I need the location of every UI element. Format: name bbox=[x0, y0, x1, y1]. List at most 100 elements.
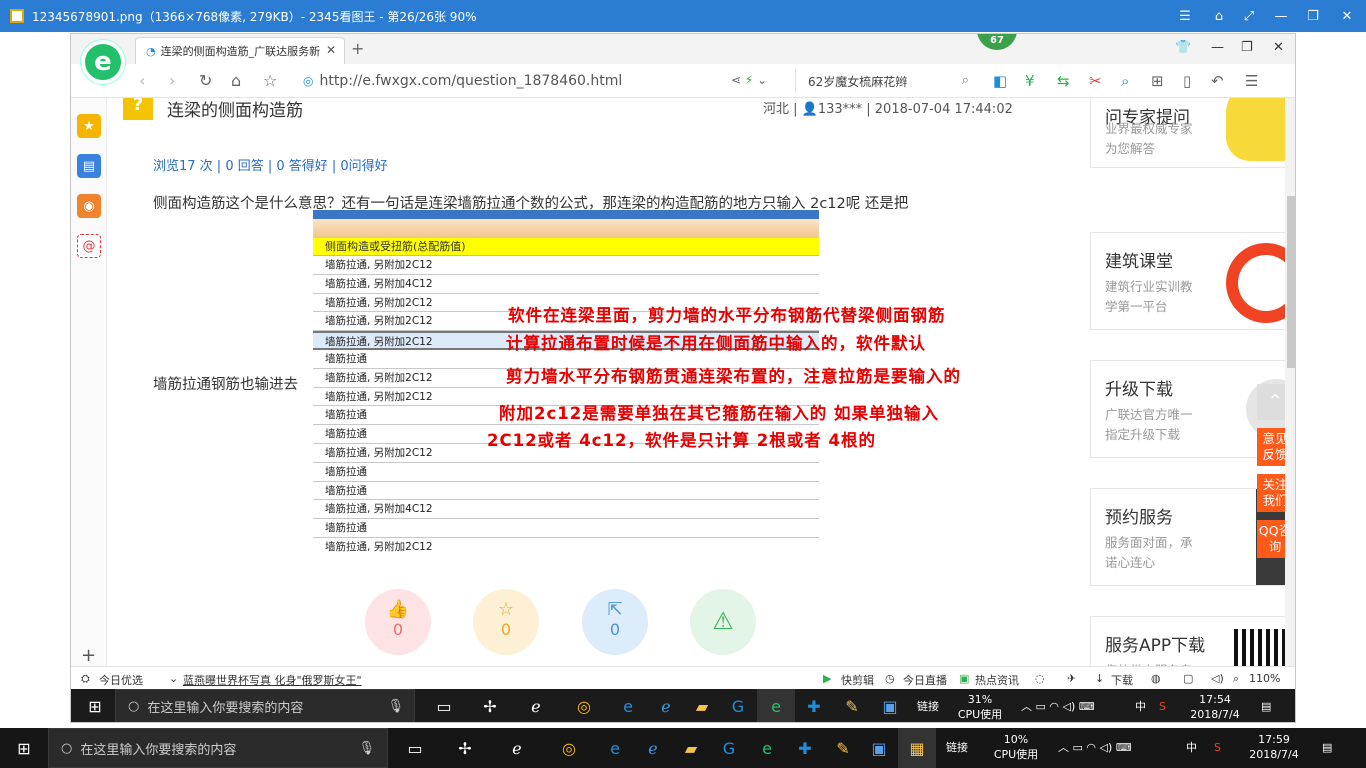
inner-links-label[interactable]: 链接 bbox=[917, 699, 939, 714]
clock[interactable]: 17:59 2018/7/4 bbox=[1244, 732, 1304, 762]
app-explorer-icon[interactable]: ▰ bbox=[672, 728, 710, 768]
news-ticker[interactable]: 蓝燕曝世界杯写真 化身"俄罗斯女王" bbox=[183, 672, 362, 688]
task-view-icon[interactable]: ▭ bbox=[396, 728, 434, 768]
scrollbar-thumb[interactable] bbox=[1287, 196, 1295, 368]
follow-us-button[interactable]: 关注我们 bbox=[1257, 474, 1285, 512]
browser-restore-button[interactable]: ❐ bbox=[1241, 40, 1253, 55]
app-notes-icon[interactable]: ✎ bbox=[824, 728, 862, 768]
sidebar-mail-icon[interactable]: @ bbox=[77, 234, 101, 258]
address-bar[interactable]: ◎ http://e.fwxgx.com/question_1878460.ht… bbox=[303, 70, 773, 92]
favorite-button[interactable]: ☆ 0 bbox=[473, 589, 539, 655]
share-icon[interactable]: ⋖ ⚡ ⌄ bbox=[731, 73, 767, 87]
app-edge-icon[interactable]: e bbox=[609, 689, 647, 722]
app-speed-icon[interactable]: ◎ bbox=[550, 728, 588, 768]
app-plus-icon[interactable]: ✚ bbox=[795, 689, 833, 722]
card-building-class[interactable]: 建筑课堂 建筑行业实训教 学第一平台 bbox=[1090, 232, 1285, 330]
sogou-icon[interactable]: S bbox=[1159, 699, 1166, 714]
app-screenshot-icon[interactable]: ▣ bbox=[871, 689, 909, 722]
apps-grid-icon[interactable]: ⊞ bbox=[1151, 72, 1164, 90]
favorite-star-icon[interactable]: ☆ bbox=[263, 71, 277, 90]
new-tab-button[interactable]: + bbox=[351, 39, 364, 58]
extension-translate-icon[interactable]: ⇆ bbox=[1057, 72, 1070, 90]
tray-icons[interactable]: ︿ ▭ ◠ ◁) ⌨ bbox=[1021, 699, 1095, 714]
pin-icon[interactable]: ✈ bbox=[1067, 672, 1076, 685]
browser-minimize-button[interactable]: — bbox=[1211, 40, 1224, 55]
main-menu-icon[interactable]: ☰ bbox=[1245, 72, 1258, 90]
start-windows-icon[interactable]: ⊞ bbox=[0, 728, 48, 768]
extension-money-icon[interactable]: ¥ bbox=[1025, 72, 1035, 90]
restore-button[interactable]: ❐ bbox=[1298, 0, 1328, 32]
extension-ifind-icon[interactable]: ◧ bbox=[993, 72, 1007, 90]
app-image-viewer-icon[interactable]: ▦ bbox=[898, 728, 936, 768]
sogou-icon[interactable]: S bbox=[1214, 740, 1221, 755]
taskbar-search[interactable]: ○ 在这里输入你要搜索的内容 🎙 bbox=[48, 728, 388, 768]
shirt-icon[interactable]: 👕 bbox=[1175, 40, 1191, 55]
inner-clock[interactable]: 17:54 2018/7/4 bbox=[1185, 692, 1245, 722]
search-icon[interactable]: ⌕ bbox=[962, 73, 969, 88]
card-appointment[interactable]: 预约服务 服务面对面，承 诺心连心 bbox=[1090, 488, 1285, 586]
live-link[interactable]: 今日直播 bbox=[903, 672, 947, 688]
mic-icon[interactable]: 🎙 bbox=[358, 741, 375, 756]
inner-ime[interactable]: 中 bbox=[1135, 699, 1146, 714]
fullscreen-icon[interactable]: ⤢ bbox=[1234, 0, 1264, 32]
app-browser-e-icon[interactable]: ℯ bbox=[517, 689, 555, 722]
sidebar-add-icon[interactable]: + bbox=[81, 645, 96, 666]
vertical-scrollbar[interactable] bbox=[1285, 98, 1295, 684]
back-icon[interactable]: ‹ bbox=[139, 71, 145, 90]
notification-icon[interactable]: ▤ bbox=[1322, 740, 1332, 755]
app-screenshot-icon[interactable]: ▣ bbox=[860, 728, 898, 768]
home-icon[interactable]: ⌂ bbox=[231, 71, 241, 90]
extension-search-icon[interactable]: ⌕ bbox=[1121, 72, 1129, 90]
lightning-icon[interactable]: ⚡ bbox=[745, 73, 753, 87]
app-explorer-icon[interactable]: ▰ bbox=[683, 689, 721, 722]
qq-consult-button[interactable]: QQ咨询 bbox=[1257, 520, 1285, 558]
download-link[interactable]: 下载 bbox=[1111, 672, 1133, 688]
browser-close-button[interactable]: ✕ bbox=[1273, 40, 1284, 55]
volume-icon[interactable]: ◁) bbox=[1211, 672, 1224, 685]
app-g-icon[interactable]: G bbox=[710, 728, 748, 768]
feedback-button[interactable]: 意见反馈 bbox=[1257, 428, 1285, 466]
notification-icon[interactable]: ▤ bbox=[1261, 699, 1271, 714]
window-icon[interactable]: ▢ bbox=[1183, 672, 1193, 685]
today-picks-label[interactable]: 今日优选 bbox=[99, 672, 143, 688]
app-2345-browser-icon[interactable]: e bbox=[748, 728, 786, 768]
app-edge-icon[interactable]: e bbox=[596, 728, 634, 768]
forward-icon[interactable]: › bbox=[169, 71, 175, 90]
app-fan-icon[interactable]: ✢ bbox=[471, 689, 509, 722]
tray-icons[interactable]: ︿ ▭ ◠ ◁) ⌨ bbox=[1058, 740, 1132, 755]
speed-icon[interactable]: ◌ bbox=[1035, 672, 1045, 685]
app-browser-e-icon[interactable]: ℯ bbox=[498, 728, 536, 768]
sidebar-news-icon[interactable]: ▤ bbox=[77, 154, 101, 178]
refresh-icon[interactable]: ↻ bbox=[199, 71, 212, 90]
browser-logo-icon[interactable]: e bbox=[81, 40, 125, 84]
extension-scissors-icon[interactable]: ✂ bbox=[1089, 72, 1102, 90]
sidebar-favorites-icon[interactable]: ★ bbox=[77, 114, 101, 138]
app-notes-icon[interactable]: ✎ bbox=[833, 689, 871, 722]
app-ie-icon[interactable]: ℯ bbox=[634, 728, 672, 768]
search-box[interactable]: 62岁魔女梳麻花辫 ⌕ bbox=[795, 69, 977, 93]
menu-icon[interactable]: ☰ bbox=[1170, 0, 1200, 32]
zoom-level[interactable]: 110% bbox=[1249, 672, 1280, 685]
app-speed-icon[interactable]: ◎ bbox=[565, 689, 603, 722]
ie-mode-icon[interactable]: ◍ bbox=[1151, 672, 1161, 685]
app-fan-icon[interactable]: ✢ bbox=[446, 728, 484, 768]
close-button[interactable]: ✕ bbox=[1332, 0, 1362, 32]
app-g-icon[interactable]: G bbox=[719, 689, 757, 722]
start-windows-icon[interactable]: ⊞ bbox=[71, 689, 119, 722]
app-ie-icon[interactable]: ℯ bbox=[647, 689, 685, 722]
tab-question[interactable]: ◔ 连梁的侧面构造筋_广联达服务新 ✕ bbox=[135, 37, 345, 64]
tab-close-icon[interactable]: ✕ bbox=[326, 43, 336, 57]
ime-indicator[interactable]: 中 bbox=[1186, 740, 1197, 755]
undo-icon[interactable]: ↶ bbox=[1211, 72, 1224, 90]
back-to-top-button[interactable]: ⌃ bbox=[1257, 384, 1285, 430]
mic-icon[interactable]: 🎙 bbox=[387, 699, 404, 714]
report-button[interactable]: ⚠ bbox=[690, 589, 756, 655]
arrow-up-icon[interactable]: ⌃ bbox=[1257, 384, 1285, 420]
card-ask-expert[interactable]: 问专家提问 业界最权威专家 为您解答 bbox=[1090, 98, 1285, 168]
skin-icon[interactable]: ⌂ bbox=[1204, 0, 1234, 32]
links-label[interactable]: 链接 bbox=[946, 740, 968, 755]
hot-news-link[interactable]: 热点资讯 bbox=[975, 672, 1019, 688]
phone-icon[interactable]: ▯ bbox=[1183, 72, 1191, 90]
share-button[interactable]: ⇱ 0 bbox=[582, 589, 648, 655]
inner-taskbar-search[interactable]: ○ 在这里输入你要搜索的内容 🎙 bbox=[115, 689, 415, 722]
